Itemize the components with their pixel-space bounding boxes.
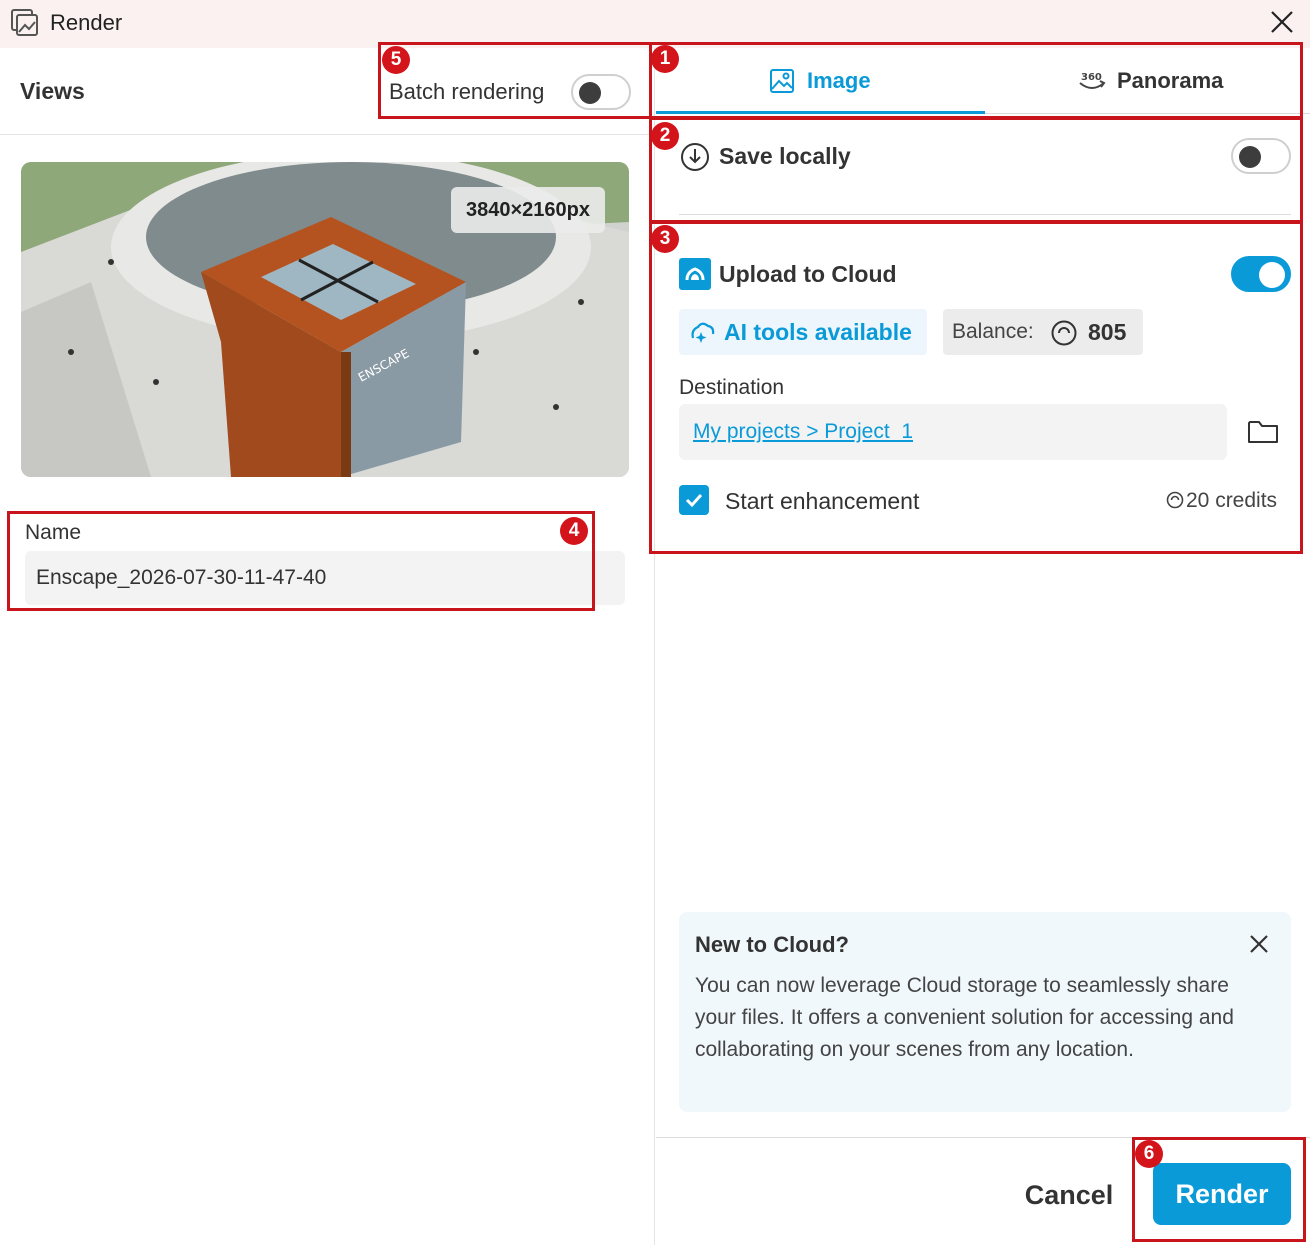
ai-tools-badge[interactable]: AI tools available xyxy=(679,309,927,355)
credits-small-icon xyxy=(1166,491,1184,514)
start-enhancement-label: Start enhancement xyxy=(725,488,920,514)
annotation-badge-5: 5 xyxy=(382,46,410,74)
annotation-badge-6: 6 xyxy=(1135,1140,1163,1168)
start-enhancement-checkbox[interactable] xyxy=(679,485,709,515)
batch-rendering-toggle[interactable] xyxy=(571,74,631,110)
notice-title: New to Cloud? xyxy=(695,932,849,957)
annotation-badge-4: 4 xyxy=(560,517,588,545)
tab-image[interactable]: Image xyxy=(656,48,985,114)
cloud-icon xyxy=(679,258,711,295)
save-locally-divider xyxy=(679,214,1291,215)
destination-link[interactable]: My projects > Project_1 xyxy=(693,420,913,444)
folder-icon[interactable] xyxy=(1247,418,1279,451)
balance-badge: Balance: 805 xyxy=(943,309,1143,355)
annotation-badge-2: 2 xyxy=(651,122,679,150)
toggle-knob xyxy=(1259,262,1285,288)
destination-label: Destination xyxy=(679,376,785,399)
destination-field[interactable]: My projects > Project_1 xyxy=(679,404,1227,460)
save-locally-label: Save locally xyxy=(719,143,851,169)
enhancement-credits: 20 credits xyxy=(1186,489,1278,512)
batch-rendering-label: Batch rendering xyxy=(389,79,545,104)
resolution-badge: 3840×2160px xyxy=(451,187,605,233)
tab-panorama[interactable]: 360 Panorama xyxy=(985,48,1310,114)
svg-text:360: 360 xyxy=(1081,72,1102,83)
name-label: Name xyxy=(25,521,82,544)
footer-divider xyxy=(656,1137,1310,1138)
title-bar: Render xyxy=(0,0,1310,48)
render-images-icon xyxy=(10,8,40,43)
image-icon xyxy=(769,68,795,99)
left-header-divider xyxy=(0,134,654,135)
views-heading: Views xyxy=(20,78,85,104)
render-button[interactable]: Render xyxy=(1153,1163,1291,1225)
check-icon xyxy=(685,493,703,508)
active-tab-indicator xyxy=(656,111,985,114)
ai-tools-label: AI tools available xyxy=(724,319,912,345)
annotation-badge-1: 1 xyxy=(651,45,679,73)
save-locally-toggle[interactable] xyxy=(1231,138,1291,174)
ai-sparkle-icon xyxy=(688,318,716,351)
download-circle-icon xyxy=(680,142,710,177)
annotation-badge-3: 3 xyxy=(651,225,679,253)
notice-body: You can now leverage Cloud storage to se… xyxy=(695,974,1234,1061)
window-title: Render xyxy=(50,10,123,35)
annotation-box-2 xyxy=(649,117,1303,223)
balance-label: Balance: xyxy=(952,320,1034,343)
credits-icon xyxy=(1050,319,1078,352)
balance-value: 805 xyxy=(1088,319,1127,345)
close-icon[interactable] xyxy=(1247,932,1271,961)
upload-to-cloud-toggle[interactable] xyxy=(1231,256,1291,292)
toggle-knob xyxy=(1239,146,1261,168)
panorama-360-icon: 360 xyxy=(1077,69,1107,100)
new-to-cloud-notice: New to Cloud? You can now leverage Cloud… xyxy=(679,912,1291,1112)
cancel-button[interactable]: Cancel xyxy=(1010,1168,1128,1222)
tab-panorama-label: Panorama xyxy=(1117,68,1224,93)
toggle-knob xyxy=(579,82,601,104)
tab-image-label: Image xyxy=(807,68,871,93)
close-icon[interactable] xyxy=(1268,8,1296,41)
upload-to-cloud-label: Upload to Cloud xyxy=(719,261,897,287)
name-input[interactable] xyxy=(25,551,625,605)
